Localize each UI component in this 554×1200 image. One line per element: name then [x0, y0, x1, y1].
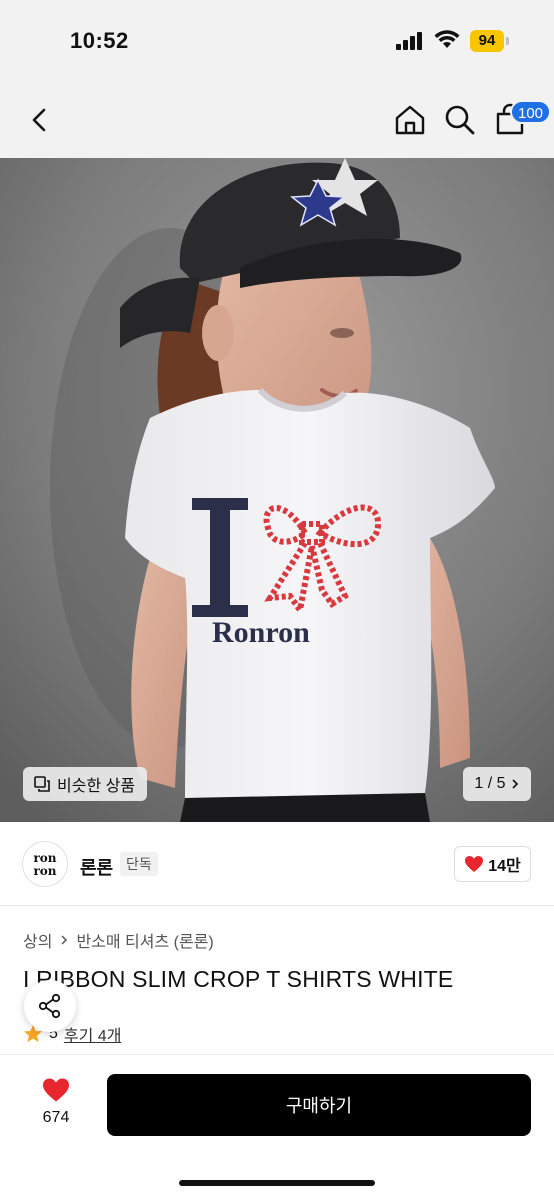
chevron-right-icon [511, 779, 518, 789]
brand-logo[interactable]: ron ron [22, 841, 68, 887]
wifi-icon [434, 30, 460, 48]
battery-icon: 94 [470, 30, 504, 52]
brand-like-count: 14만 [488, 858, 521, 875]
home-icon[interactable] [392, 102, 428, 138]
cart-count-badge: 100 [510, 100, 552, 124]
bottom-action-bar: 674 구매하기 [0, 1054, 554, 1200]
image-pager[interactable]: 1 / 5 [463, 767, 531, 801]
signal-icon [396, 32, 422, 50]
status-bar: 10:52 94 [0, 0, 554, 82]
wishlist-count: 674 [42, 1109, 70, 1126]
wishlist-button[interactable]: 674 [28, 1077, 84, 1137]
image-pager-text: 1 / 5 [474, 775, 506, 792]
status-time: 10:52 [70, 28, 129, 53]
brand-logo-mark: ron ron [33, 851, 56, 878]
exclusive-tag: 단독 [120, 852, 158, 876]
svg-text:ron: ron [33, 851, 56, 865]
similar-products-button[interactable]: 비슷한 상품 [23, 767, 148, 801]
chevron-right-icon [61, 935, 68, 945]
back-icon[interactable] [22, 102, 58, 138]
heart-icon [465, 856, 484, 872]
brand-row: ron ron 론론 단독 14만 [0, 822, 554, 906]
product-photo: Ronron [0, 158, 554, 822]
nav-bar [0, 82, 554, 158]
breadcrumb-item[interactable]: 상의 [23, 928, 52, 952]
breadcrumb-item[interactable]: 반소매 티셔츠 (론론) [76, 928, 213, 952]
similar-products-label: 비슷한 상품 [57, 778, 136, 795]
breadcrumb: 상의 반소매 티셔츠 (론론) [23, 928, 214, 952]
buy-button[interactable]: 구매하기 [107, 1074, 531, 1136]
share-button[interactable] [24, 980, 76, 1032]
home-indicator [179, 1180, 375, 1186]
product-detail-page: 10:52 94 100 Ronron 비슷한 상품 1 / 5 ron ron… [0, 0, 554, 1200]
battery-level: 94 [478, 32, 496, 49]
similar-icon [34, 776, 50, 792]
brand-like-button[interactable]: 14만 [454, 846, 531, 882]
battery-tip [506, 37, 509, 45]
svg-text:ron: ron [33, 864, 56, 878]
product-image[interactable]: Ronron [0, 158, 554, 822]
heart-icon [43, 1078, 69, 1102]
product-title: I RIBBON SLIM CROP T SHIRTS WHITE [23, 966, 454, 992]
share-icon [38, 993, 61, 1019]
brand-name[interactable]: 론론 [80, 854, 113, 880]
shirt-print-word: Ronron [212, 616, 310, 649]
reviews-link[interactable]: 후기 4개 [64, 1022, 122, 1046]
search-icon[interactable] [442, 102, 478, 138]
